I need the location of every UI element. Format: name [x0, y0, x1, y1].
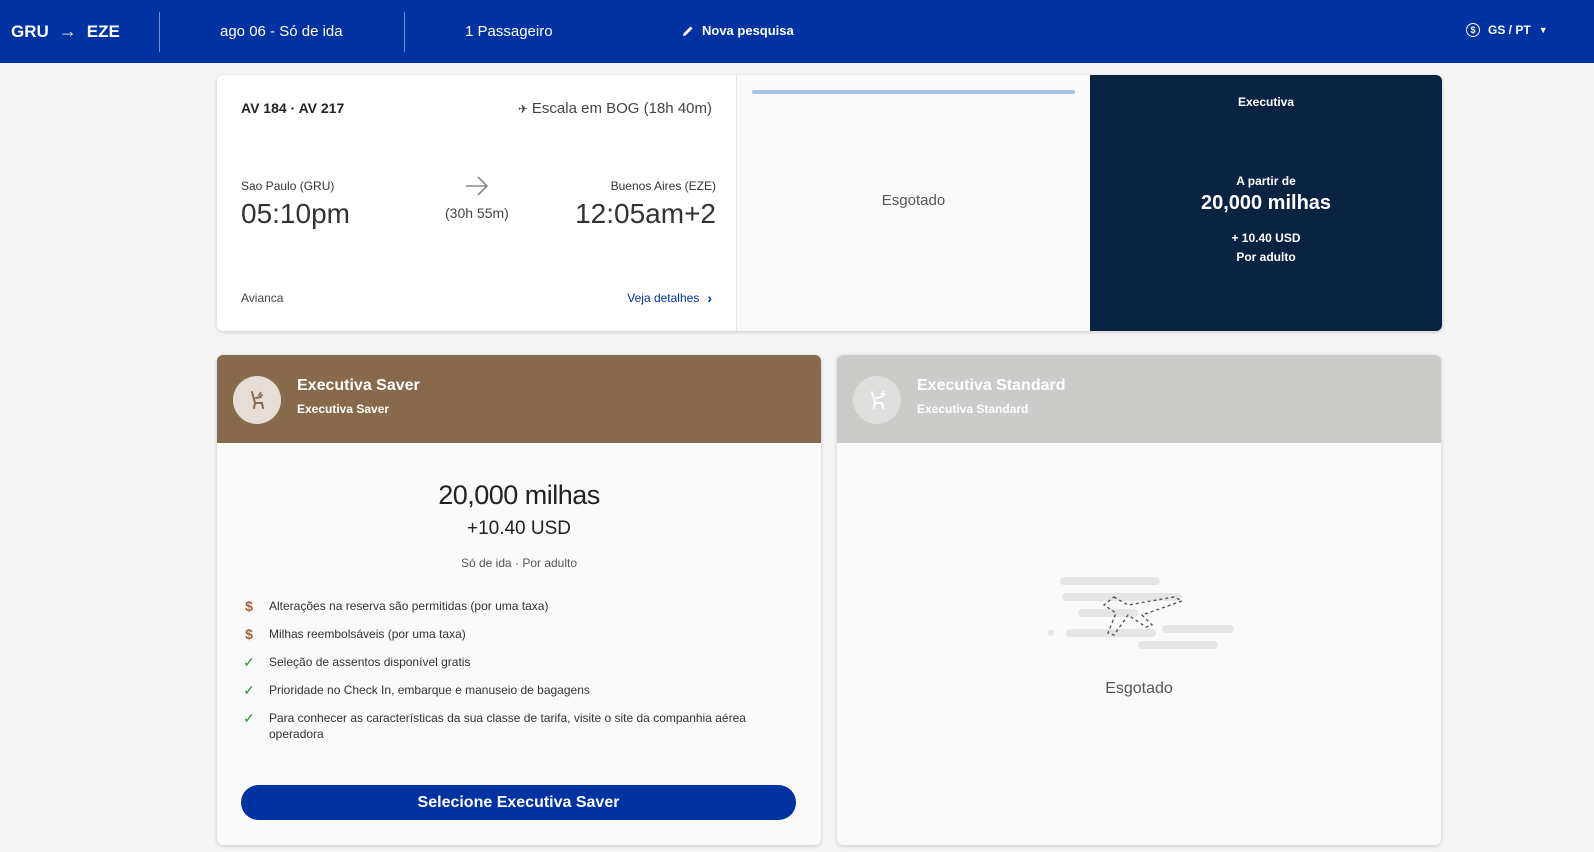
feature-text: Alterações na reserva são permitidas (po… [269, 599, 549, 613]
cabin-miles: 20,000 milhas [1200, 192, 1332, 214]
destination-code: EZE [86, 21, 120, 41]
plane-icon: ✈ [517, 101, 528, 116]
caret-down-icon: ▼ [1538, 25, 1548, 35]
feature-text: Prioridade no Check In, embarque e manus… [269, 683, 590, 697]
fare-header: Executiva Standard Executiva Standard [837, 355, 1441, 443]
divider [159, 12, 160, 52]
arrow-right-icon [464, 173, 490, 204]
fare-miles: 20,000 milhas [438, 480, 600, 510]
flight-numbers: AV 184 · AV 217 [241, 100, 345, 116]
route[interactable]: GRU → EZE [11, 21, 120, 42]
details-label: Veja detalhes [627, 291, 700, 305]
new-search-button[interactable]: Nova pesquisa [682, 23, 794, 38]
fare-taxes: +10.40 USD [466, 518, 572, 539]
divider [404, 12, 405, 52]
stop-text: Escala em BOG (18h 40m) [531, 100, 712, 117]
pencil-icon [683, 26, 693, 36]
origin-code: GRU [11, 21, 49, 41]
cabin-title: Executiva [1237, 95, 1295, 109]
fare-name: Executiva Saver [297, 377, 420, 394]
economy-cabin-column: Esgotado [737, 75, 1090, 331]
cabin-taxes: + 10.40 USD [1231, 231, 1301, 245]
flight-card: AV 184 · AV 217 ✈ Escala em BOG (18h 40m… [217, 75, 1442, 331]
fare-features: $ Alterações na reserva são permitidas (p… [241, 598, 801, 754]
sold-out-plane-icon [1042, 575, 1234, 660]
select-saver-button[interactable]: Selecione Executiva Saver [241, 785, 796, 820]
arrival-time: 12:05am+2 [575, 198, 716, 229]
fare-subtitle: Executiva Standard [917, 402, 1029, 416]
fare-name: Executiva Standard [917, 377, 1066, 394]
destination-label: Buenos Aires (EZE) [610, 179, 716, 193]
chevron-right-icon: › [707, 290, 712, 306]
airline-name: Avianca [241, 291, 284, 305]
fare-subtitle: Executiva Saver [297, 402, 390, 416]
cabin-indicator-bar [752, 90, 1075, 94]
departure-time: 05:10pm [241, 198, 350, 229]
check-icon: ✓ [243, 710, 255, 726]
details-link[interactable]: Veja detalhes › [627, 290, 712, 306]
feature-text: Seleção de assentos disponível gratis [269, 655, 471, 669]
top-bar: GRU → EZE ago 06 - Só de ida 1 Passageir… [0, 0, 1594, 63]
dollar-icon: $ [245, 626, 253, 642]
feature-text: Para conhecer as características da sua … [269, 711, 746, 741]
sold-out-text: Esgotado [1105, 680, 1173, 697]
passenger-selector[interactable]: 1 Passageiro [465, 23, 553, 40]
executive-cabin-column[interactable]: Executiva A partir de 20,000 milhas + 10… [1090, 75, 1442, 331]
origin-label: Sao Paulo (GRU) [241, 179, 335, 193]
locale-selector[interactable]: $ GS / PT ▼ [1466, 23, 1548, 37]
feature-item: $ Alterações na reserva são permitidas (p… [241, 598, 801, 614]
arrow-right-icon: → [58, 21, 77, 41]
feature-item: ✓ Para conhecer as características da sua… [241, 710, 801, 742]
from-label: A partir de [1236, 174, 1296, 188]
date-selector[interactable]: ago 06 - Só de ida [220, 23, 343, 40]
seat-icon [853, 376, 901, 424]
seat-icon [233, 376, 281, 424]
locale-label: GS / PT [1488, 23, 1531, 37]
flight-duration: (30h 55m) [445, 205, 509, 221]
feature-item: ✓ Seleção de assentos disponível gratis [241, 654, 801, 670]
feature-item: ✓ Prioridade no Check In, embarque e manu… [241, 682, 801, 698]
currency-icon: $ [1466, 23, 1480, 37]
sold-out-text: Esgotado [881, 192, 946, 209]
per-adult-label: Por adulto [1236, 250, 1296, 264]
new-search-label: Nova pesquisa [702, 23, 794, 38]
feature-text: Milhas reembolsáveis (por uma taxa) [269, 627, 466, 641]
feature-item: $ Milhas reembolsáveis (por uma taxa) [241, 626, 801, 642]
fare-card-saver: Executiva Saver Executiva Saver 20,000 m… [217, 355, 821, 845]
stop-info: ✈ Escala em BOG (18h 40m) [518, 100, 712, 117]
check-icon: ✓ [243, 682, 255, 698]
fare-header: Executiva Saver Executiva Saver [217, 355, 821, 443]
dollar-icon: $ [245, 598, 253, 614]
flight-info: AV 184 · AV 217 ✈ Escala em BOG (18h 40m… [217, 75, 737, 331]
check-icon: ✓ [243, 654, 255, 670]
fare-conditions: Só de ida · Por adulto [460, 556, 578, 570]
fare-card-standard: Executiva Standard Executiva Standard Es… [837, 355, 1441, 845]
